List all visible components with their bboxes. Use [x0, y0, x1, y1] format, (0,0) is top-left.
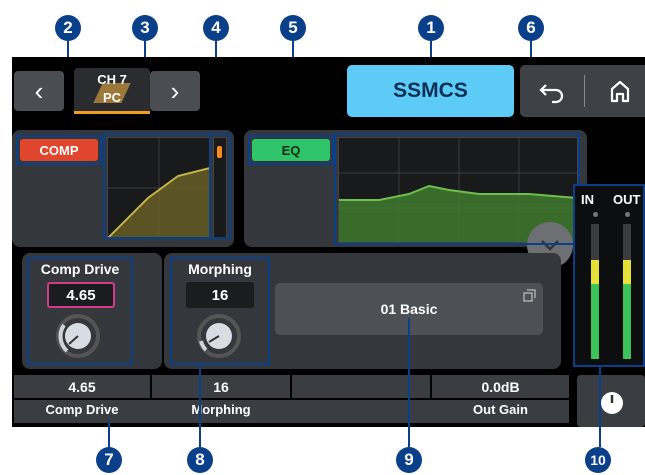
- callout-line: [199, 365, 201, 447]
- callout-3: 3: [132, 15, 158, 41]
- strip-label: Out Gain: [473, 402, 528, 417]
- knob-icon: [56, 314, 100, 358]
- callout-4: 4: [203, 15, 229, 41]
- prev-channel-button[interactable]: ‹: [14, 71, 64, 111]
- clock-icon: [601, 392, 623, 414]
- highlight-comp-button: [16, 135, 102, 165]
- highlight-gr-meter: [209, 133, 231, 239]
- chevron-right-icon: ›: [170, 75, 180, 106]
- callout-1: 1: [418, 15, 444, 41]
- nav-buttons: [520, 65, 645, 117]
- channel-indicator[interactable]: CH 7 PC: [74, 68, 150, 114]
- highlight-eq-button: [248, 135, 334, 165]
- callout-2: 2: [55, 15, 81, 41]
- strip-value: 0.0dB: [481, 378, 520, 395]
- meter-toggle-button[interactable]: [577, 375, 645, 427]
- in-meter-bar: [591, 224, 599, 359]
- home-button[interactable]: [600, 75, 640, 107]
- preset-select-value: 01 Basic: [380, 301, 438, 317]
- copy-icon: [523, 289, 536, 302]
- in-out-meter: IN OUT: [573, 184, 645, 367]
- next-channel-button[interactable]: ›: [150, 71, 200, 111]
- callout-7: 7: [96, 447, 122, 473]
- morphing-label: Morphing: [188, 261, 252, 277]
- device-screen: ‹ CH 7 PC › SSMCS COMP EQ IN OUT Comp Dr…: [12, 57, 645, 427]
- chevron-left-icon: ‹: [34, 75, 44, 106]
- comp-drive-knob[interactable]: [55, 313, 101, 359]
- out-meter-bar: [623, 224, 631, 359]
- parameter-strip: 4.65 Comp Drive 16 Morphing 0.0dB Out Ga…: [14, 375, 569, 423]
- back-button[interactable]: [532, 75, 574, 107]
- comp-drive-label: Comp Drive: [40, 261, 120, 277]
- strip-value: 4.65: [68, 378, 96, 395]
- preset-name-button[interactable]: SSMCS: [347, 65, 514, 117]
- undo-icon: [539, 84, 564, 104]
- knob-icon: [197, 314, 241, 358]
- home-icon: [610, 80, 630, 103]
- strip-label: Comp Drive: [45, 402, 119, 417]
- in-label: IN: [581, 192, 594, 207]
- callout-9: 9: [396, 447, 422, 473]
- highlight-eq-graph: [334, 133, 580, 245]
- strip-value: 16: [213, 378, 229, 395]
- callout-6: 6: [518, 15, 544, 41]
- nav-divider: [584, 75, 585, 107]
- out-label: OUT: [613, 192, 641, 207]
- morphing-knob[interactable]: [196, 313, 242, 359]
- callout-5: 5: [280, 15, 306, 41]
- comp-drive-value[interactable]: 4.65: [47, 282, 115, 308]
- callout-10: 10: [585, 447, 611, 473]
- callout-line: [108, 420, 110, 448]
- highlight-comp-graph: [103, 133, 211, 239]
- callout-8: 8: [187, 447, 213, 473]
- preset-name: SSMCS: [393, 79, 468, 102]
- morphing-value[interactable]: 16: [186, 282, 254, 308]
- channel-underline: [74, 111, 150, 114]
- channel-number: CH 7: [97, 72, 127, 87]
- callout-line: [408, 318, 410, 447]
- callout-line: [599, 367, 601, 447]
- strip-label: Morphing: [191, 402, 251, 417]
- channel-name: PC: [102, 90, 122, 105]
